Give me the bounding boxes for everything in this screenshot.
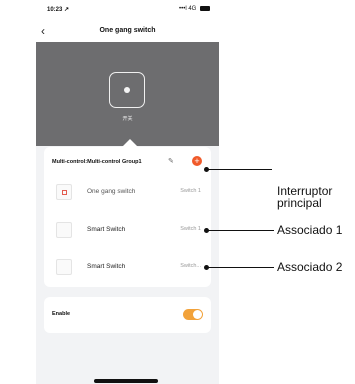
multi-control-group-card: Multi-control:Multi-control Group1 ✎ + O… — [44, 147, 211, 287]
status-bar: 10:23 ↗ •••l 4G — [36, 0, 219, 20]
page-title: One gang switch — [99, 27, 156, 34]
switch-channel: Switch... — [180, 263, 201, 269]
switch-channel: Switch 1 — [180, 188, 201, 194]
pencil-icon[interactable]: ✎ — [168, 157, 174, 165]
group-row[interactable]: Smart Switch Switch 1 — [44, 218, 211, 242]
device-name: Smart Switch — [87, 226, 126, 233]
switch-device-icon — [56, 259, 72, 275]
callout-label: Associado 1 — [277, 223, 343, 237]
status-signal: •••l 4G — [179, 6, 210, 12]
phone-screen: 10:23 ↗ •••l 4G ‹ One gang switch 开关 Mul… — [36, 0, 219, 384]
signal-text: •••l 4G — [179, 6, 197, 13]
switch-device-icon — [56, 184, 72, 200]
power-dot-icon — [124, 87, 130, 93]
group-row[interactable]: Smart Switch Switch... — [44, 255, 211, 279]
battery-icon — [200, 6, 210, 11]
callout-label: Interruptor principal — [277, 184, 333, 210]
selection-pointer — [122, 139, 138, 147]
status-time: 10:23 ↗ — [47, 7, 70, 13]
home-indicator — [94, 379, 158, 383]
callout-label: Associado 2 — [277, 260, 343, 274]
switch-channel: Switch 1 — [180, 226, 201, 232]
callout-line — [206, 230, 274, 231]
callout-line — [206, 169, 272, 170]
switch-device-icon — [56, 222, 72, 238]
add-button[interactable]: + — [192, 156, 202, 166]
switch-tile[interactable] — [109, 72, 145, 108]
group-name: Multi-control:Multi-control Group1 — [52, 159, 142, 165]
callout-line — [206, 267, 274, 268]
enable-toggle[interactable] — [183, 309, 203, 320]
tile-label: 开关 — [122, 116, 133, 122]
device-hero: 开关 — [36, 42, 219, 146]
toggle-knob — [193, 310, 202, 319]
device-name: Smart Switch — [87, 263, 126, 270]
nav-bar: ‹ One gang switch — [36, 20, 219, 42]
enable-card: Enable — [44, 297, 211, 333]
group-row[interactable]: One gang switch Switch 1 — [44, 180, 211, 204]
enable-label: Enable — [52, 311, 71, 317]
device-name: One gang switch — [87, 188, 136, 195]
